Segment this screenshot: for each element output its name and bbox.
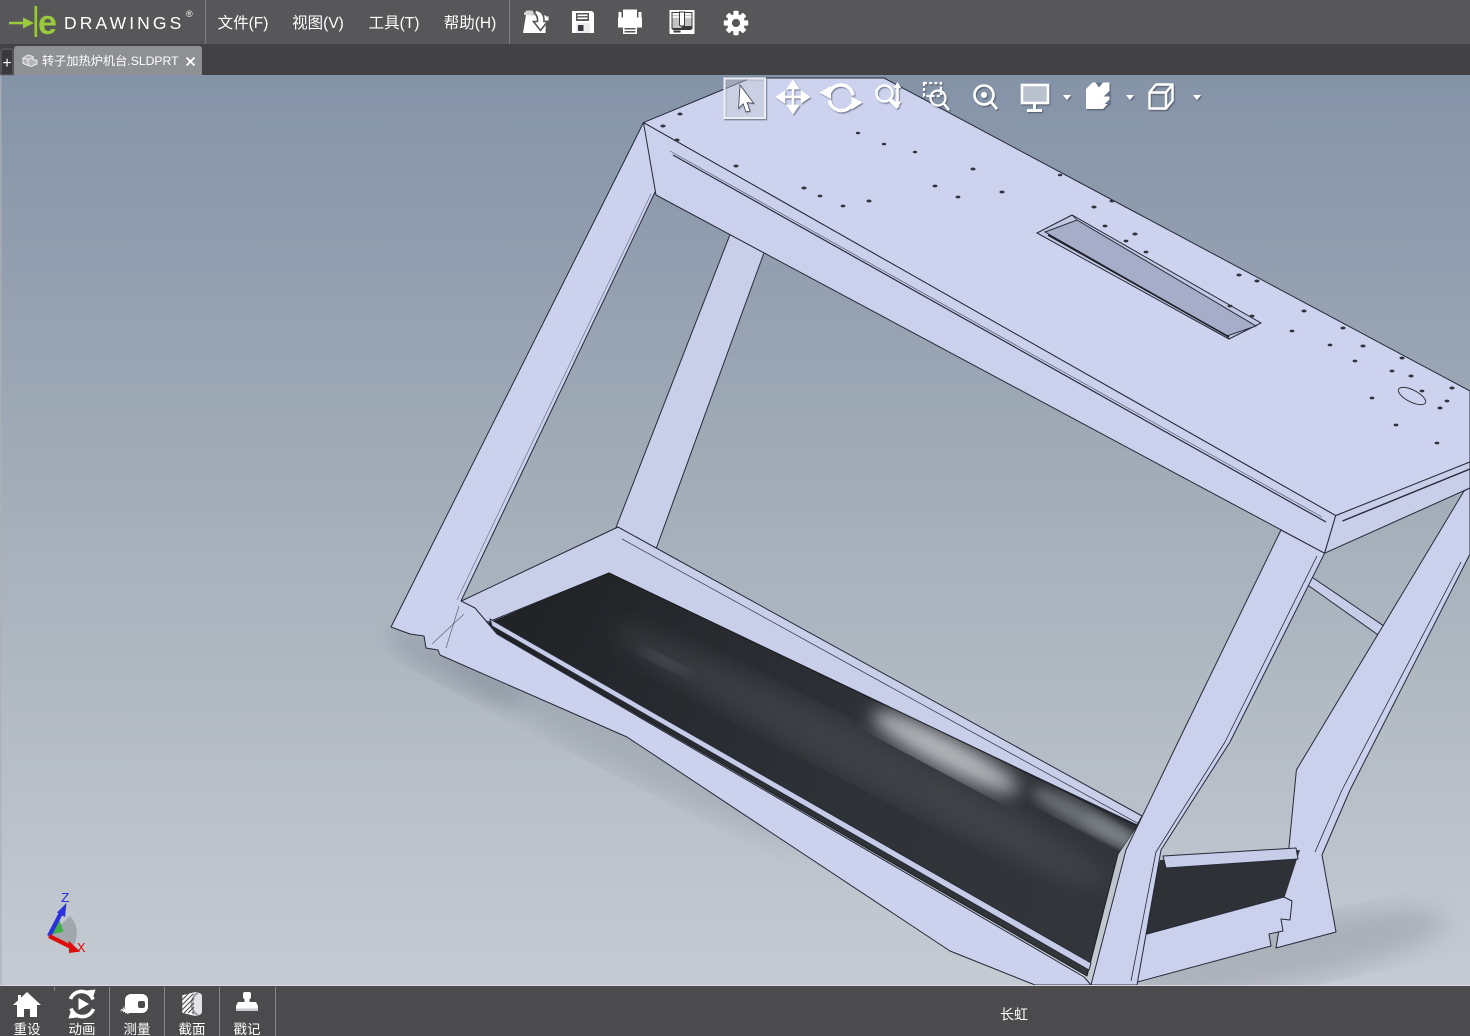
svg-text:戳记: 戳记	[234, 1022, 261, 1036]
svg-text:X: X	[77, 941, 86, 957]
svg-text:视图(V): 视图(V)	[292, 14, 344, 32]
svg-text:DRAWINGS: DRAWINGS	[64, 13, 184, 33]
svg-text:动画: 动画	[69, 1022, 96, 1036]
svg-text:文件(F): 文件(F)	[218, 14, 269, 32]
svg-text:帮助(H): 帮助(H)	[444, 14, 497, 32]
svg-text:工具(T): 工具(T)	[369, 15, 420, 32]
svg-text:+: +	[2, 55, 11, 72]
svg-text:e: e	[38, 4, 57, 42]
svg-text:截面: 截面	[179, 1022, 206, 1036]
svg-text:转子加热炉机台.SLDPRT: 转子加热炉机台.SLDPRT	[42, 53, 179, 68]
svg-text:长虹: 长虹	[1000, 1007, 1028, 1023]
svg-text:Z: Z	[61, 891, 69, 907]
svg-text:重设: 重设	[14, 1022, 41, 1036]
svg-text:®: ®	[186, 9, 193, 19]
svg-text:测量: 测量	[124, 1022, 151, 1036]
